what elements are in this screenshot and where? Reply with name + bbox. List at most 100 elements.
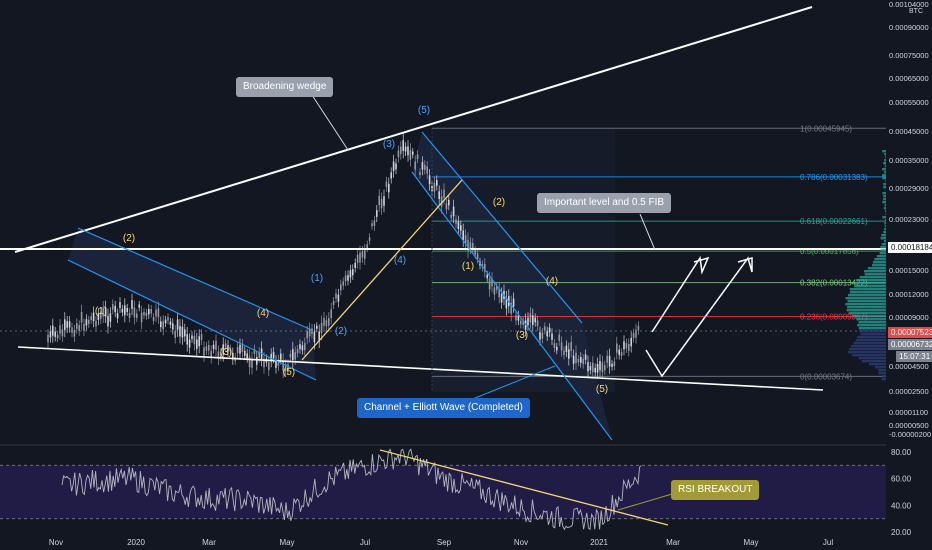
price-candle [191,335,193,339]
price-candle [594,367,596,373]
price-candle [61,329,64,337]
volume-profile-bar [852,315,886,318]
volume-profile-bar [849,291,886,294]
price-candle [395,163,397,170]
price-candle [565,345,568,352]
price-candle [205,346,208,351]
price-candle [133,307,136,318]
volume-profile-bar [876,255,886,258]
price-candle [124,305,126,316]
price-candle [637,325,640,331]
price-candle [390,172,392,179]
price-candle [472,242,474,249]
price-candle [368,237,371,241]
price-candle [589,366,592,371]
volume-profile-bar [884,165,886,168]
price-candle [433,183,436,192]
price-candle [412,151,414,155]
price-candle [400,146,402,154]
time-tick-label: Sep [437,538,452,547]
volume-profile-bar [855,339,886,342]
time-tick-label: Jul [823,538,833,547]
price-tick-label: 0.00009000 [889,313,929,322]
price-candle [292,349,294,361]
time-tick-label: Jul [360,538,370,547]
price-candle [347,275,349,281]
price-candle [512,298,515,307]
price-candle [335,293,337,299]
price-candle [380,199,383,209]
price-tick-label: 0.00002500 [889,387,929,396]
price-candle [371,223,373,227]
elliott-wave-label: (3) [516,330,528,341]
price-candle [445,203,448,210]
price-candle [373,220,376,227]
price-candle [611,363,613,368]
price-candle [52,325,54,336]
price-candle [294,352,296,360]
fib-level-label: 0(0.00003674) [800,372,852,381]
elliott-wave-label: (3) [383,139,395,150]
channel-elliott-callout[interactable]: Channel + Elliott Wave (Completed) [357,398,530,418]
rsi-tick-label: 60.00 [891,475,912,484]
price-candle [488,278,491,290]
price-candle [272,352,275,359]
price-candle [457,221,460,229]
price-tick-label: 0.00090000 [889,23,929,32]
volume-profile-bar [850,345,886,348]
price-candle [544,326,546,331]
price-tick-label: 0.00004500 [889,362,929,371]
volume-profile-bar [881,378,886,381]
broadening-wedge-callout[interactable]: Broadening wedge [236,77,334,97]
price-candle [140,312,143,323]
price-candle [248,356,251,368]
elliott-wave-label: (1) [311,273,323,284]
price-candle [49,330,52,338]
volume-profile-bar [884,153,886,156]
price-candle [344,275,347,282]
important-level-callout[interactable]: Important level and 0.5 FIB [537,193,672,213]
volume-profile-bar [861,360,886,363]
price-candle [349,270,352,278]
volume-profile-bar [885,156,886,159]
price-candle [330,309,332,318]
price-candle [613,361,616,366]
price-candle [364,250,366,259]
volume-profile-bar [882,201,886,204]
elliott-wave-label: (2) [335,326,347,337]
price-candle [366,244,368,249]
volume-profile-bar [854,285,886,288]
price-candle [402,140,404,151]
price-candle [203,347,205,356]
price-candle [325,320,328,327]
volume-profile-bar [849,348,886,351]
volume-profile-bar [880,246,886,249]
price-candle [215,340,217,350]
price-candle [289,353,292,358]
price-candle [95,320,97,327]
price-candle [606,355,608,363]
price-candle [119,302,121,308]
volume-profile-bar [856,318,886,321]
price-candle [236,346,239,354]
volume-profile-bar [845,297,886,300]
price-candle [361,251,364,258]
rsi-breakout-callout[interactable]: RSI BREAKOUT [671,480,760,500]
trading-chart[interactable]: 1(0.00045945) 0.786(0.00031383) 0.618(0.00… [0,0,932,550]
volume-profile-bar [884,228,886,231]
price-tick-label: 0.00045000 [889,127,929,136]
price-tick-label: 0.00015000 [889,266,929,275]
price-candle [527,317,529,326]
price-candle [397,150,400,158]
price-candle [148,308,150,315]
elliott-wave-label: (4) [546,276,558,287]
volume-profile-bar [872,261,886,264]
price-candle [407,146,409,156]
price-candle [383,196,385,206]
price-candle [587,362,589,372]
price-candle [551,333,553,340]
volume-profile-bar [884,222,886,225]
rsi-tick-label: 80.00 [891,448,912,457]
price-badge-timer: 15:07:31 [896,351,932,362]
price-candle [275,360,277,368]
